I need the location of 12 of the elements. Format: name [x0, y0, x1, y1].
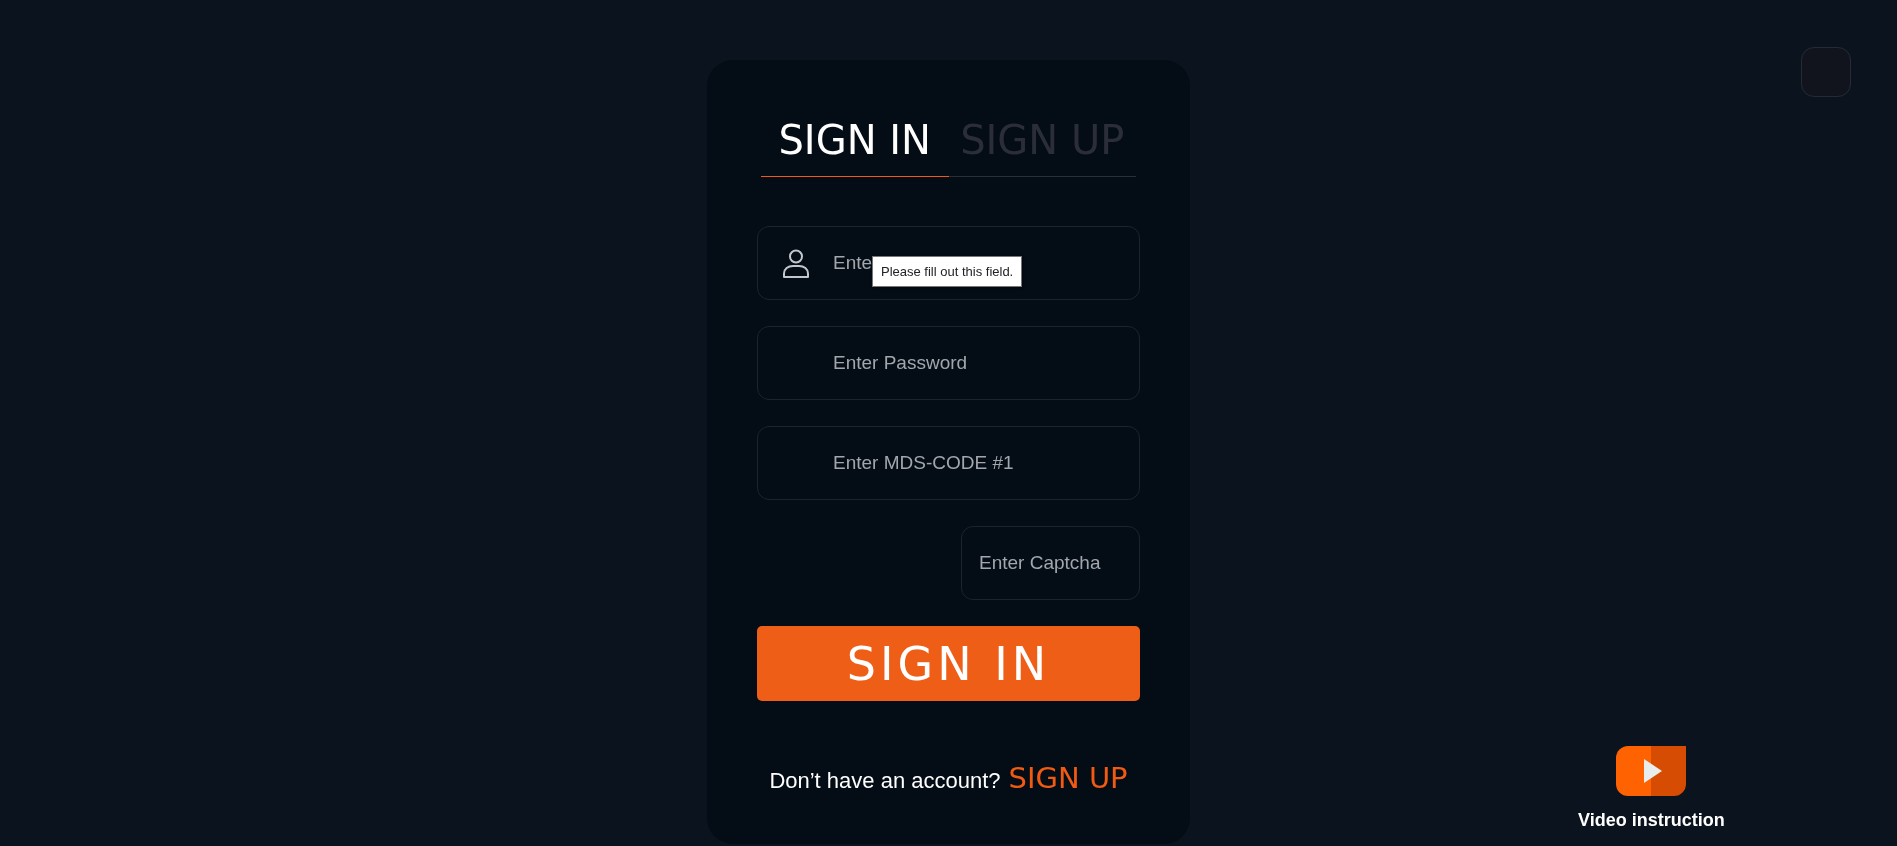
- tab[interactable]: SIGN IN: [761, 116, 949, 177]
- video-instruction-button[interactable]: Video instruction: [1578, 746, 1725, 831]
- input-field[interactable]: Enter Captcha: [961, 526, 1140, 600]
- signup-prompt: Don’t have an account?: [769, 768, 1001, 794]
- tooltip: Please fill out this field.: [872, 256, 1023, 287]
- signup-link[interactable]: SIGN UP: [1008, 761, 1128, 795]
- input-field[interactable]: Enter Password: [757, 326, 1140, 400]
- user-icon: [782, 249, 810, 279]
- play-icon: [1616, 746, 1687, 796]
- empty-button[interactable]: [1801, 47, 1851, 97]
- sign-in-button[interactable]: SIGN IN: [757, 626, 1140, 701]
- input-field[interactable]: Enter MDS-CODE #1: [757, 426, 1140, 500]
